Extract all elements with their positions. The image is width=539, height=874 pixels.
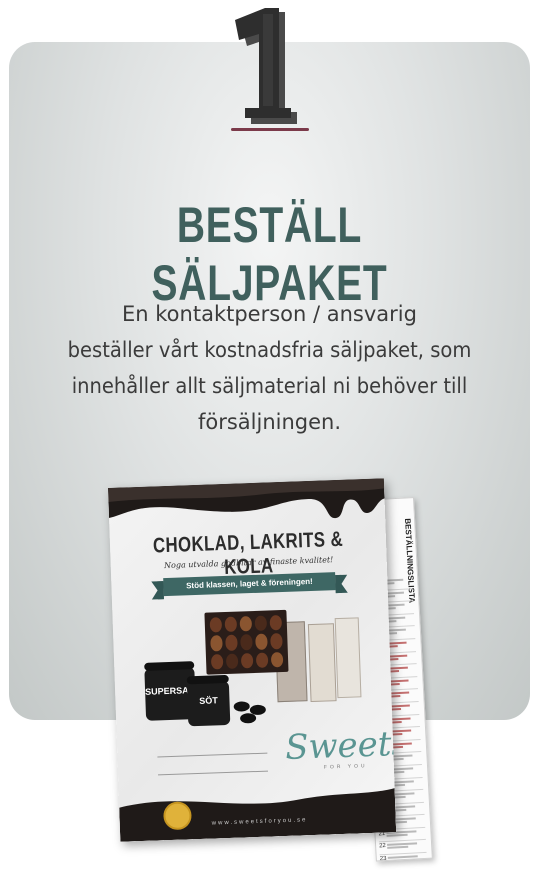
number-one-icon — [235, 8, 297, 124]
description: En kontaktperson / ansvarig beställer vå… — [40, 296, 499, 440]
page-title: BESTÄLL SÄLJPAKET — [151, 197, 388, 311]
brand-logo: Sweets — [284, 723, 397, 768]
sales-poster-image: CHOKLAD, LAKRITS & KOLA Noga utvalda god… — [108, 478, 397, 842]
candy-box — [307, 623, 337, 703]
chocolate-drip-icon — [108, 478, 385, 519]
brand-subtitle: FOR YOU — [323, 763, 368, 771]
step-underline — [231, 128, 309, 131]
signature-line — [157, 752, 268, 758]
licorice-piece — [239, 712, 257, 724]
signature-line — [158, 770, 268, 776]
description-line: En kontaktperson / ansvarig — [122, 302, 417, 326]
description-line: beställer vårt kostnadsfria säljpaket, s… — [67, 338, 472, 362]
step-number: 1 — [0, 0, 539, 130]
chocolate-box — [204, 609, 289, 675]
candy-box — [334, 617, 362, 699]
licorice-piece — [233, 701, 250, 712]
order-sheet-row: 23 — [379, 852, 428, 862]
candy-jar: SÖT — [186, 674, 231, 727]
description-line: innehåller allt säljmaterial ni behöver … — [71, 374, 468, 398]
jar-label: SÖT — [199, 695, 218, 706]
chocolate-wave-icon — [119, 788, 397, 842]
description-line: försäljningen. — [197, 410, 342, 434]
